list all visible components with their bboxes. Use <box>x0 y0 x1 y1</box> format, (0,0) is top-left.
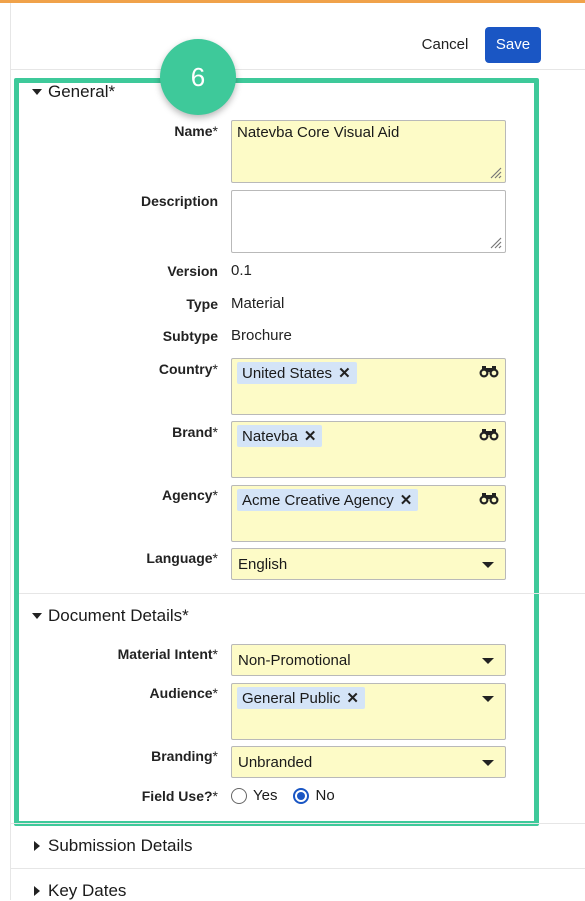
caret-right-icon <box>34 886 40 896</box>
version-value: 0.1 <box>231 262 252 279</box>
branding-select[interactable]: Unbranded <box>231 746 506 778</box>
toolbar-divider <box>11 69 585 70</box>
audience-chip: General Public ✕ <box>237 687 365 709</box>
remove-chip-icon[interactable]: ✕ <box>338 366 351 381</box>
section-general-header[interactable]: General* <box>32 82 115 102</box>
field-use-no-radio[interactable] <box>293 787 310 804</box>
branding-label: Branding* <box>151 748 218 764</box>
binoculars-icon[interactable] <box>478 428 500 442</box>
description-label: Description <box>140 193 218 209</box>
subtype-value: Brochure <box>231 327 292 344</box>
remove-chip-icon[interactable]: ✕ <box>304 429 317 444</box>
section-key-dates-title: Key Dates <box>48 881 127 900</box>
caret-down-icon <box>32 613 42 619</box>
dropdown-arrow-icon <box>482 760 494 766</box>
section-document-details-title: Document Details* <box>48 606 189 625</box>
section-key-dates-header[interactable]: Key Dates <box>32 881 126 901</box>
dropdown-arrow-icon <box>482 562 494 568</box>
type-value: Material <box>231 295 285 312</box>
caret-down-icon <box>32 89 42 95</box>
section-divider <box>19 593 585 594</box>
brand-label: Brand* <box>172 424 218 440</box>
field-use-label: Field Use?* <box>141 788 218 804</box>
caret-right-icon <box>34 841 40 851</box>
dropdown-arrow-icon[interactable] <box>482 696 494 702</box>
dropdown-arrow-icon <box>482 658 494 664</box>
save-button[interactable]: Save <box>485 27 541 63</box>
section-divider <box>11 823 585 824</box>
name-field[interactable] <box>231 120 506 183</box>
country-chip: United States ✕ <box>237 362 357 384</box>
language-label: Language* <box>146 550 218 566</box>
section-divider <box>11 868 585 869</box>
country-picker[interactable]: United States ✕ <box>231 358 506 415</box>
subtype-label: Subtype <box>162 328 218 344</box>
brand-chip: Natevba ✕ <box>237 425 323 447</box>
version-label: Version <box>167 263 218 279</box>
binoculars-icon[interactable] <box>478 365 500 379</box>
audience-picker[interactable]: General Public ✕ <box>231 683 506 740</box>
name-label: Name* <box>174 123 218 139</box>
brand-picker[interactable]: Natevba ✕ <box>231 421 506 478</box>
field-use-yes-label[interactable]: Yes <box>253 787 277 804</box>
material-intent-label: Material Intent* <box>117 646 218 662</box>
language-select[interactable]: English <box>231 548 506 580</box>
remove-chip-icon[interactable]: ✕ <box>346 691 359 706</box>
agency-chip: Acme Creative Agency ✕ <box>237 489 419 511</box>
section-general-title: General* <box>48 82 116 101</box>
section-document-details-header[interactable]: Document Details* <box>32 606 189 626</box>
section-submission-details-title: Submission Details <box>48 836 193 855</box>
binoculars-icon[interactable] <box>478 492 500 506</box>
description-field[interactable] <box>231 190 506 253</box>
section-submission-details-header[interactable]: Submission Details <box>32 836 193 856</box>
type-label: Type <box>186 296 218 312</box>
step-number-badge: 6 <box>160 39 236 115</box>
resize-grip-icon[interactable] <box>488 235 502 249</box>
material-intent-select[interactable]: Non-Promotional <box>231 644 506 676</box>
field-use-no-label[interactable]: No <box>315 787 334 804</box>
remove-chip-icon[interactable]: ✕ <box>400 493 413 508</box>
country-label: Country* <box>158 361 218 377</box>
resize-grip-icon[interactable] <box>488 165 502 179</box>
field-use-radio-group: Yes No <box>231 787 345 804</box>
agency-picker[interactable]: Acme Creative Agency ✕ <box>231 485 506 542</box>
field-use-yes-radio[interactable] <box>231 787 247 804</box>
audience-label: Audience* <box>149 685 218 701</box>
agency-label: Agency* <box>161 487 218 503</box>
top-accent-bar <box>0 0 585 3</box>
cancel-button[interactable]: Cancel <box>410 28 480 62</box>
